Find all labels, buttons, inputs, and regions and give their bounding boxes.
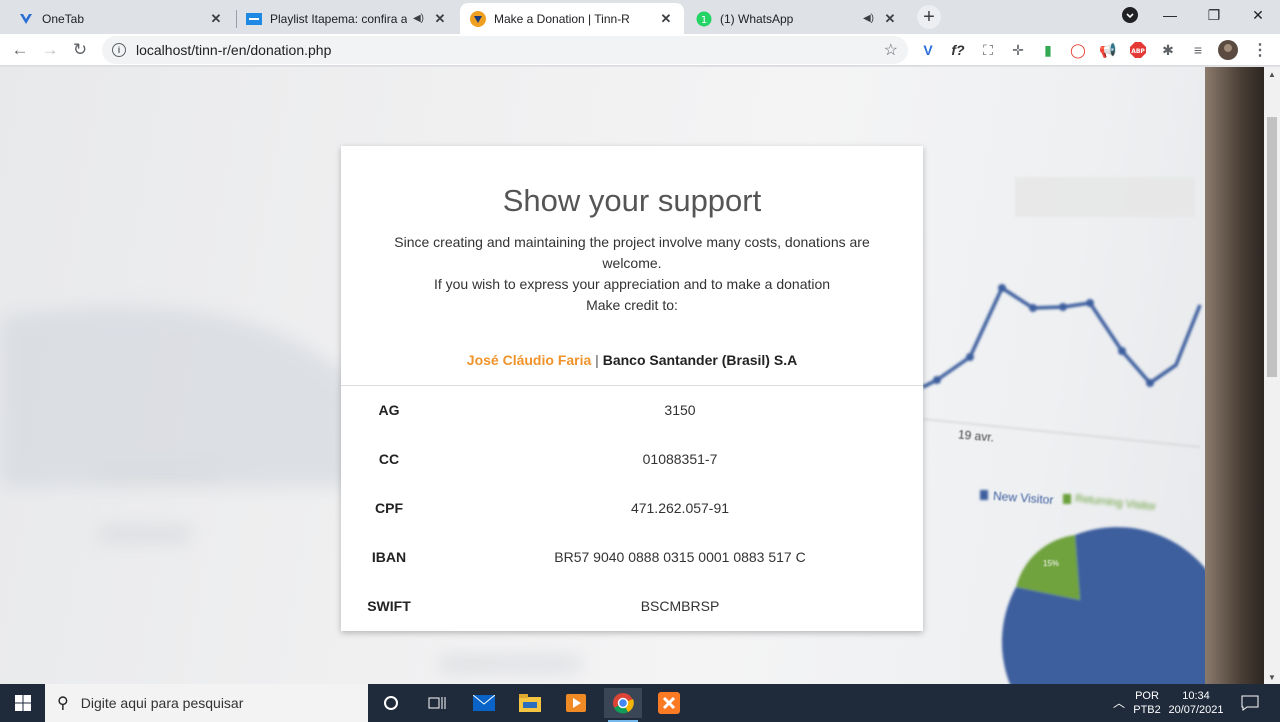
windows-taskbar: ⚲ Digite aqui para pesquisar ︿ POR PTB2 … — [0, 684, 1280, 722]
close-tab-icon[interactable]: ✕ — [208, 11, 224, 27]
info-icon[interactable]: i — [112, 43, 126, 57]
page-scrollbar[interactable]: ▲ ▼ — [1264, 67, 1280, 684]
record-extension-icon[interactable]: ◯ — [1068, 40, 1088, 60]
tab-title: Playlist Itapema: confira a pro — [270, 11, 407, 26]
bookmark-star-icon[interactable]: ☆ — [884, 40, 898, 60]
close-tab-icon[interactable]: ✕ — [432, 11, 448, 27]
detail-label: CC — [378, 451, 400, 467]
ruler-extension-icon[interactable]: ✛ — [1008, 40, 1028, 60]
onetab-icon — [18, 11, 34, 27]
forward-icon[interactable]: → — [38, 38, 62, 62]
minimize-icon[interactable]: — — [1148, 0, 1192, 30]
speaker-icon[interactable]: ◀) — [863, 13, 874, 24]
tab-strip: OneTab ✕ Playlist Itapema: confira a pro… — [0, 0, 1280, 34]
language-indicator[interactable]: POR PTB2 — [1130, 684, 1164, 722]
tab-onetab[interactable]: OneTab ✕ — [8, 3, 234, 34]
page-viewport: 19 avr. New Visitor Returning Visitor 15… — [0, 67, 1264, 684]
detail-label: CPF — [375, 500, 403, 516]
language-code: POR — [1135, 690, 1159, 702]
tab-whatsapp[interactable]: 1 (1) WhatsApp ◀) ✕ — [686, 3, 908, 34]
cortana-icon[interactable] — [372, 688, 410, 718]
detail-row-iban: IBAN BR57 9040 0888 0315 0001 0883 517 C — [341, 533, 923, 582]
detail-label: AG — [378, 402, 400, 418]
tinn-r-icon — [470, 10, 486, 27]
new-tab-button[interactable]: + — [917, 5, 941, 29]
file-explorer-icon[interactable] — [511, 688, 549, 718]
task-view-icon[interactable] — [418, 688, 456, 718]
svg-text:ABP: ABP — [1131, 48, 1145, 55]
back-icon[interactable]: ← — [8, 38, 32, 62]
show-hidden-icons-chevron[interactable]: ︿ — [1108, 684, 1130, 722]
search-placeholder: Digite aqui para pesquisar — [80, 695, 244, 711]
detail-value: BR57 9040 0888 0315 0001 0883 517 C — [554, 549, 806, 565]
speaker-icon[interactable]: ◀) — [413, 13, 424, 24]
whatsapp-icon: 1 — [696, 11, 712, 27]
url-text[interactable]: localhost/tinn-r/en/donation.php — [136, 42, 884, 58]
keyboard-layout: PTB2 — [1133, 704, 1161, 716]
profile-avatar[interactable] — [1218, 40, 1238, 60]
clock-date: 20/07/2021 — [1168, 704, 1224, 716]
taskbar-search-box[interactable]: ⚲ Digite aqui para pesquisar — [45, 684, 368, 722]
payee-separator: | — [595, 352, 599, 368]
detail-row-cc: CC 01088351-7 — [341, 435, 923, 484]
restore-icon[interactable]: ❐ — [1192, 0, 1236, 30]
xampp-icon[interactable] — [650, 688, 688, 718]
detail-row-swift: SWIFT BSCMBRSP — [341, 582, 923, 631]
scroll-down-icon[interactable]: ▼ — [1264, 670, 1280, 684]
tab-donation[interactable]: Make a Donation | Tinn-R ✕ — [460, 3, 684, 34]
tab-search-button[interactable] — [1108, 0, 1152, 30]
scrollbar-thumb[interactable] — [1267, 117, 1277, 377]
intro-text: Since creating and maintaining the proje… — [381, 232, 883, 316]
extensions-puzzle-icon[interactable]: ✱ — [1158, 40, 1178, 60]
monitor-bezel — [1205, 67, 1264, 684]
clock-time: 10:34 — [1182, 690, 1210, 702]
close-tab-icon[interactable]: ✕ — [658, 11, 674, 27]
megaphone-extension-icon[interactable]: 📢 — [1098, 40, 1118, 60]
media-queue-icon[interactable]: ≡ — [1188, 40, 1208, 60]
bank-name: Banco Santander (Brasil) S.A — [602, 352, 798, 368]
address-bar[interactable]: i localhost/tinn-r/en/donation.php ☆ — [102, 36, 908, 64]
detail-value: 3150 — [664, 402, 696, 418]
mail-icon[interactable] — [465, 688, 503, 718]
formula-extension-icon[interactable]: f? — [948, 40, 968, 60]
close-window-icon[interactable]: ✕ — [1236, 0, 1280, 30]
bg-date-label: 19 avr. — [957, 427, 995, 445]
tab-title: Make a Donation | Tinn-R — [494, 11, 630, 26]
payee-name: José Cláudio Faria — [466, 352, 592, 368]
search-icon: ⚲ — [57, 695, 69, 712]
close-tab-icon[interactable]: ✕ — [882, 11, 898, 27]
adblock-icon[interactable]: ABP — [1128, 40, 1148, 60]
detail-label: SWIFT — [367, 598, 411, 614]
tab-title: (1) WhatsApp — [720, 11, 794, 26]
intro-line-1: Since creating and maintaining the proje… — [394, 234, 870, 271]
detail-label: IBAN — [371, 549, 407, 565]
payee-line: José Cláudio Faria | Banco Santander (Br… — [341, 352, 923, 368]
site-favicon — [246, 11, 262, 27]
browser-toolbar: ← → ↻ i localhost/tinn-r/en/donation.php… — [0, 34, 1280, 66]
battery-extension-icon[interactable]: ▮ — [1038, 40, 1058, 60]
page-title: Show your support — [502, 183, 762, 218]
screenshot-extension-icon[interactable]: ⛶ — [978, 40, 998, 60]
reload-icon[interactable]: ↻ — [68, 38, 92, 62]
onetab-extension-icon[interactable]: V — [918, 40, 938, 60]
donation-card: Show your support Since creating and mai… — [341, 146, 923, 631]
intro-line-3: Make credit to: — [586, 297, 678, 313]
svg-text:1: 1 — [701, 15, 707, 26]
detail-row-ag: AG 3150 — [341, 386, 923, 435]
chrome-icon[interactable] — [604, 688, 642, 722]
intro-line-2: If you wish to express your appreciation… — [433, 276, 831, 292]
tab-title: OneTab — [42, 11, 85, 26]
menu-kebab-icon[interactable]: ⋮ — [1250, 40, 1270, 60]
detail-value: 01088351-7 — [642, 451, 718, 467]
scroll-up-icon[interactable]: ▲ — [1264, 67, 1280, 81]
detail-value: 471.262.057-91 — [630, 500, 730, 516]
detail-row-cpf: CPF 471.262.057-91 — [341, 484, 923, 533]
detail-value: BSCMBRSP — [640, 598, 720, 614]
media-player-icon[interactable] — [557, 688, 595, 718]
clock[interactable]: 10:34 20/07/2021 — [1164, 684, 1228, 722]
bg-pie-label: 15% — [1043, 559, 1060, 568]
windows-start-icon[interactable] — [0, 684, 45, 722]
tab-playlist[interactable]: Playlist Itapema: confira a pro ◀) ✕ — [236, 3, 458, 34]
notification-icon[interactable] — [1236, 684, 1264, 722]
